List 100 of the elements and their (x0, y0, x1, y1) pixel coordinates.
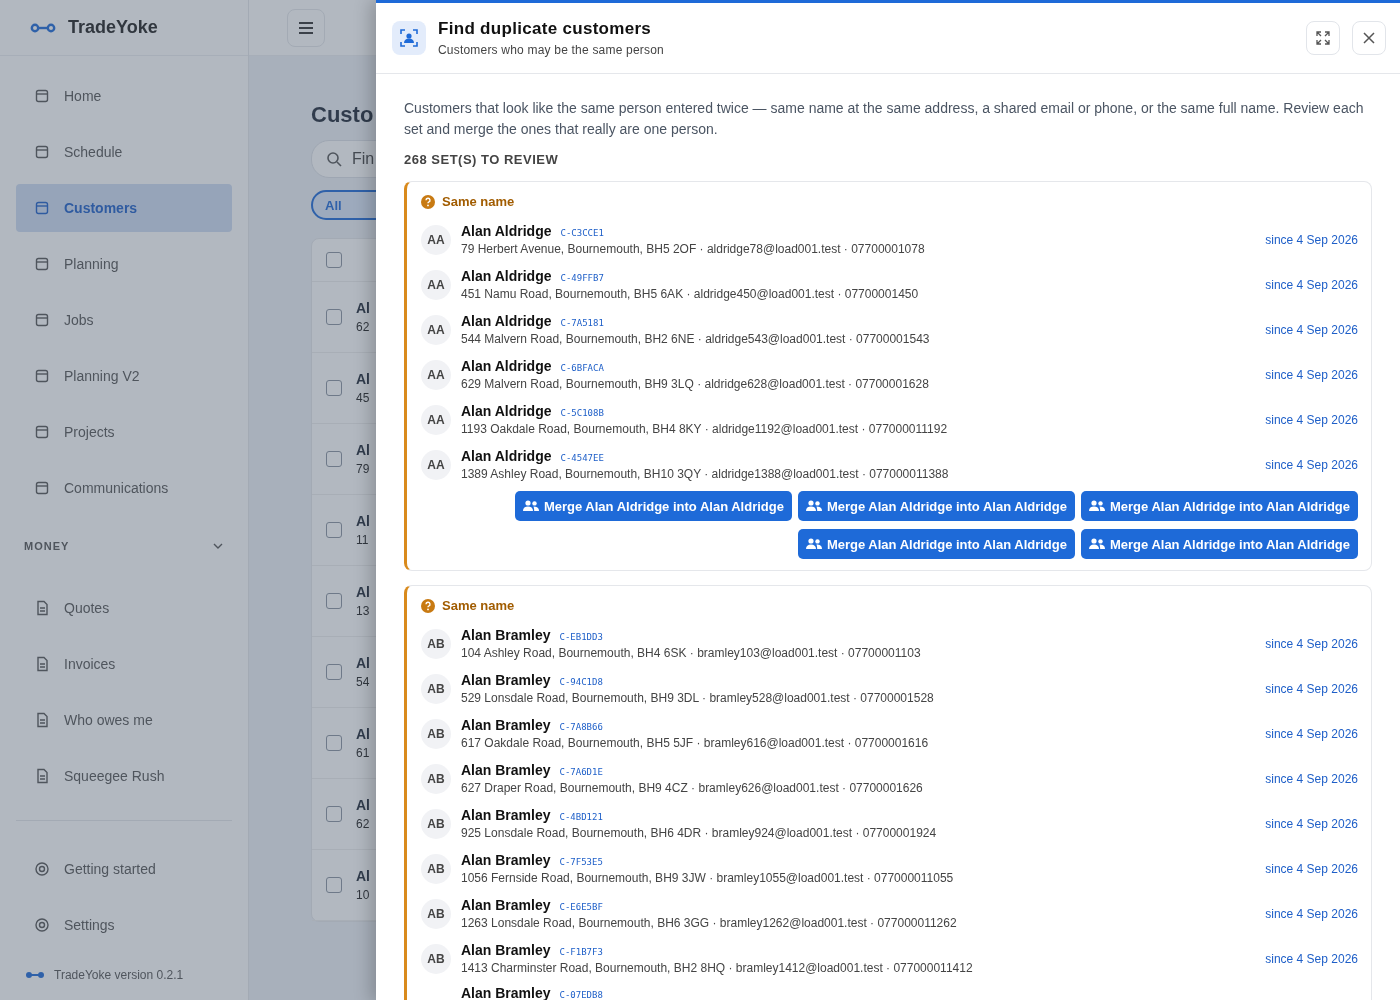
merge-button[interactable]: Merge Alan Aldridge into Alan Aldridge (797, 529, 1075, 559)
menu-icon (298, 20, 314, 35)
customer-detail: 11 (356, 533, 370, 547)
checkbox[interactable] (326, 522, 342, 538)
expand-button[interactable] (1306, 21, 1340, 55)
customer-code: C-07EDB8 (559, 990, 603, 1000)
customer-details: 104 Ashley Road, Bournemouth, BH4 6SK · bramley103@load001.test · 07700001103 (461, 646, 922, 660)
customer-details: 1263 Lonsdale Road, Bournemouth, BH6 3GG · bramley1262@load001.test · 077000011262 (461, 916, 958, 930)
page-title: Custo (311, 102, 375, 129)
avatar: AA (421, 404, 451, 435)
match-reason: Same name (442, 194, 515, 209)
customer-detail: 54 (356, 675, 370, 689)
customer-name: Alan Bramley (461, 852, 551, 868)
checkbox[interactable] (326, 735, 342, 751)
nav-item[interactable]: Quotes (16, 584, 232, 632)
customer-name: Alan Bramley (461, 717, 551, 733)
avatar: AA (421, 359, 451, 390)
nav-item[interactable]: Invoices (16, 640, 232, 688)
nav-icon (34, 200, 50, 216)
customer-code: C-6BFACA (560, 363, 604, 373)
nav-item[interactable]: Customers (16, 184, 232, 232)
nav-icon (34, 88, 50, 104)
nav-item[interactable]: Schedule (16, 128, 232, 176)
gear-icon (34, 917, 50, 933)
nav-item[interactable]: Projects (16, 408, 232, 456)
match-reason: Same name (442, 598, 515, 613)
merge-button[interactable]: Merge Alan Aldridge into Alan Aldridge (514, 491, 792, 521)
customer-details: 1193 Oakdale Road, Bournemouth, BH4 8KY · aldridge1192@load001.test · 077000011192 (461, 422, 949, 436)
customer-name: Alan Aldridge (461, 223, 552, 239)
nav-item[interactable]: Home (16, 72, 232, 120)
customer-name: Al (356, 797, 370, 813)
nav-item[interactable]: Planning (16, 240, 232, 288)
nav-item[interactable]: Jobs (16, 296, 232, 344)
customer-name: Alan Aldridge (461, 403, 552, 419)
checkbox[interactable] (326, 664, 342, 680)
merge-button[interactable]: Merge Alan Aldridge into Alan Aldridge (1080, 491, 1358, 521)
nav-icon (34, 144, 50, 160)
customer-name: Al (356, 868, 370, 884)
customer-code: C-E6E5BF (559, 902, 603, 912)
customer-name: Al (356, 513, 370, 529)
customer-details: 629 Malvern Road, Bournemouth, BH9 3LQ · aldridge628@load001.test · 07700001628 (461, 377, 930, 391)
customer-code: C-4BD121 (559, 812, 603, 822)
customer-since: since 4 Sep 2026 (1265, 816, 1358, 831)
search-field[interactable]: Fin (311, 140, 377, 178)
customer-code: C-EB1DD3 (559, 632, 603, 642)
customer-since: since 4 Sep 2026 (1265, 367, 1358, 382)
customer-code: C-7A8B66 (559, 722, 603, 732)
checkbox[interactable] (326, 593, 342, 609)
customer-since: since 4 Sep 2026 (1265, 322, 1358, 337)
customer-details: 1413 Charminster Road, Bournemouth, BH2 8HQ · bramley1412@load001.test · 077000011412 (461, 961, 974, 975)
nav-item[interactable]: Getting started (16, 845, 232, 893)
filter-chip[interactable]: All (311, 190, 377, 220)
customer-since: since 4 Sep 2026 (1265, 861, 1358, 876)
people-icon (522, 500, 539, 512)
avatar: AB (421, 853, 451, 884)
nav-item[interactable]: Squeegee Rush (16, 752, 232, 800)
checkbox[interactable] (326, 806, 342, 822)
checkbox[interactable] (326, 451, 342, 467)
customer-name: Alan Aldridge (461, 448, 552, 464)
customer-code: C-94C1D8 (559, 677, 603, 687)
document-icon (34, 656, 50, 672)
customer-name: Al (356, 300, 370, 316)
customer-details: 627 Draper Road, Bournemouth, BH9 4CZ · bramley626@load001.test · 07700001626 (461, 781, 924, 795)
nav-icon (34, 312, 50, 328)
nav-item[interactable]: Settings (16, 901, 232, 949)
customer-name: Alan Bramley (461, 762, 551, 778)
checkbox[interactable] (326, 877, 342, 893)
checkbox[interactable] (326, 252, 342, 268)
nav-item[interactable]: Planning V2 (16, 352, 232, 400)
checkbox[interactable] (326, 380, 342, 396)
search-icon (326, 151, 342, 167)
customer-detail: 61 (356, 746, 370, 760)
close-button[interactable] (1352, 21, 1386, 55)
customer-name: Alan Bramley (461, 942, 551, 958)
logo-icon (26, 971, 44, 979)
avatar: AB (421, 718, 451, 749)
avatar: AB (421, 673, 451, 704)
customer-since: since 4 Sep 2026 (1265, 906, 1358, 921)
avatar: AB (421, 628, 451, 659)
customer-name: Alan Aldridge (461, 358, 552, 374)
customer-name: Alan Bramley (461, 985, 551, 1000)
checkbox[interactable] (326, 309, 342, 325)
question-icon (421, 194, 435, 209)
customer-since: since 4 Sep 2026 (1265, 457, 1358, 472)
customer-code: C-49FFB7 (560, 273, 604, 283)
avatar: AA (421, 449, 451, 480)
money-section-header[interactable]: MONEY (16, 526, 232, 566)
customer-since: since 4 Sep 2026 (1265, 951, 1358, 966)
customer-code: C-5C108B (560, 408, 604, 418)
menu-button[interactable] (287, 8, 325, 47)
customer-name: Al (356, 371, 370, 387)
nav-item[interactable]: Who owes me (16, 696, 232, 744)
merge-button[interactable]: Merge Alan Aldridge into Alan Aldridge (797, 491, 1075, 521)
nav-item[interactable]: Communications (16, 464, 232, 512)
intro-text: Customers that look like the same person entered twice — same name at the same address, a shared email or phone, or the same full name. Review each set and merge the ones that really are one person. (404, 99, 1365, 139)
merge-button[interactable]: Merge Alan Aldridge into Alan Aldridge (1080, 529, 1358, 559)
document-icon (34, 600, 50, 616)
expand-icon (1315, 30, 1331, 46)
customer-name: Al (356, 655, 370, 671)
customer-detail: 13 (356, 604, 370, 618)
